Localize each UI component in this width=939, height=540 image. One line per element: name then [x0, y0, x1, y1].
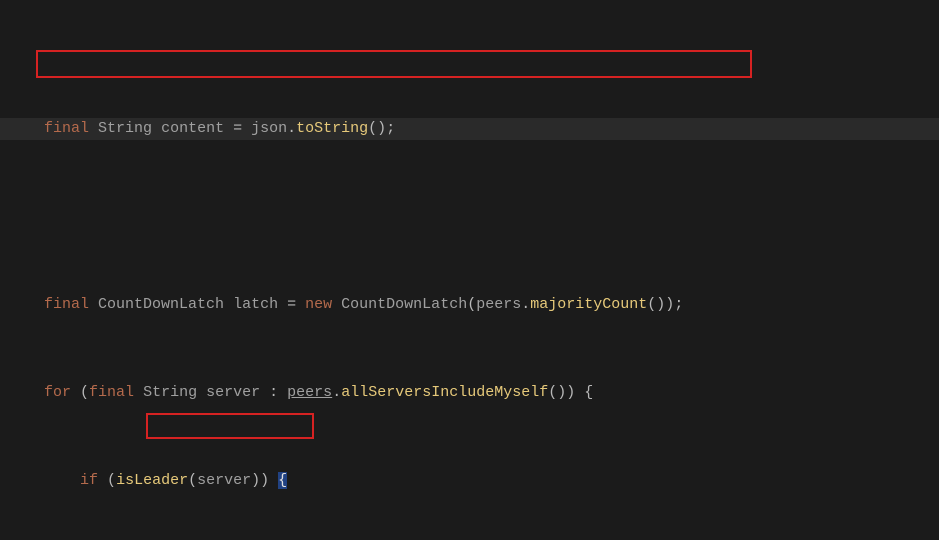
highlight-box-1 — [36, 50, 752, 78]
highlight-box-2 — [146, 413, 314, 439]
code-line: final CountDownLatch latch = new CountDo… — [44, 294, 683, 316]
code-line: for (final String server : peers.allServ… — [44, 382, 593, 404]
code-editor[interactable]: final String content = json.toString(); … — [0, 0, 939, 540]
code-line: if (isLeader(server)) { — [44, 470, 287, 492]
code-line: final String content = json.toString(); — [44, 118, 395, 140]
